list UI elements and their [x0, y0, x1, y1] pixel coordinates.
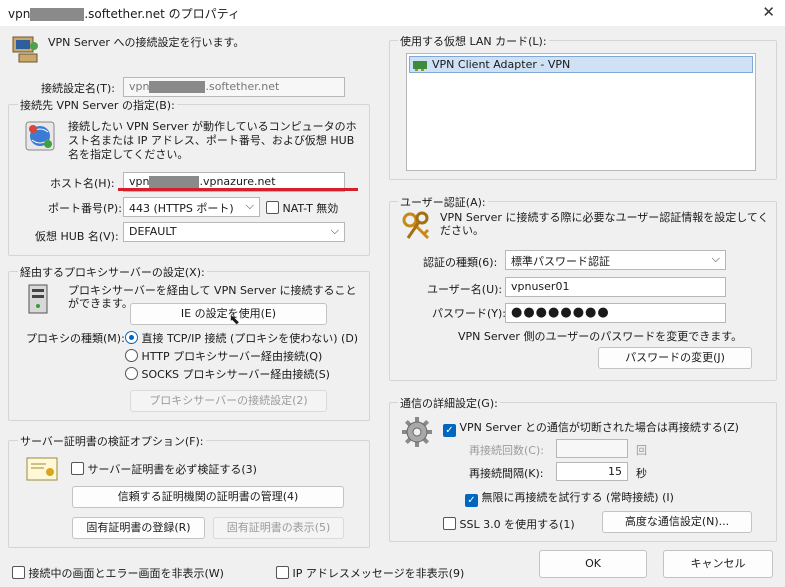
proxy-group-title: 経由するプロキシサーバーの設定(X):: [18, 264, 207, 280]
adv-group-title: 通信の詳細設定(G):: [398, 395, 500, 411]
proxy-type-label: プロキシの種類(M):: [26, 332, 125, 345]
cert-group-title: サーバー証明書の検証オプション(F):: [18, 433, 206, 449]
advanced-settings-button[interactable]: 高度な通信設定(N)...: [602, 511, 752, 533]
server-tower-icon: [28, 284, 48, 314]
conn-name-field: vpn .softether.net: [123, 77, 345, 97]
auth-type-select[interactable]: 標準パスワード認証 ⌵: [505, 250, 726, 270]
infinite-retry-checkbox[interactable]: ✓ 無限に再接続を試行する (常時接続) (I): [465, 489, 674, 507]
retry-interval-label: 再接続間隔(K):: [469, 467, 544, 480]
retry-interval-unit: 秒: [636, 467, 647, 480]
password-change-note: VPN Server 側のユーザーのパスワードを変更できます。: [458, 330, 743, 343]
window-title: vpn .softether.net のプロパティ: [8, 7, 240, 21]
chevron-down-icon: ⌵: [711, 252, 720, 265]
auth-group-desc: VPN Server に接続する際に必要なユーザー認証情報を設定してください。: [440, 211, 769, 237]
retry-count-unit: 回: [636, 444, 647, 457]
change-password-button[interactable]: パスワードの変更(J): [598, 347, 752, 369]
ok-button[interactable]: OK: [539, 550, 647, 578]
conn-name-label: 接続設定名(T):: [41, 82, 116, 95]
certificate-icon: [26, 457, 58, 481]
password-label: パスワード(Y):: [432, 307, 507, 320]
manage-ca-button[interactable]: 信頼する証明機関の証明書の管理(4): [72, 486, 344, 508]
chevron-down-icon: ⌵: [245, 199, 254, 212]
cancel-button[interactable]: キャンセル: [663, 550, 773, 578]
hub-select[interactable]: DEFAULT ⌵: [123, 222, 345, 242]
header-text: VPN Server への接続設定を行います。: [48, 36, 245, 49]
gear-icon: [402, 417, 432, 447]
verify-cert-checkbox[interactable]: サーバー証明書を必ず検証する(3): [71, 461, 257, 477]
proxy-option-http[interactable]: HTTP プロキシサーバー経由接続(Q): [125, 348, 322, 364]
close-icon[interactable]: ✕: [762, 3, 775, 21]
auth-type-label: 認証の種類(6):: [423, 256, 498, 269]
globe-network-icon: [25, 121, 55, 151]
hide-status-checkbox[interactable]: 接続中の画面とエラー画面を非表示(W): [12, 565, 224, 581]
reconnect-checkbox[interactable]: ✓ VPN Server との通信が切断された場合は再接続する(Z): [443, 419, 739, 437]
ssl3-checkbox[interactable]: SSL 3.0 を使用する(1): [443, 516, 575, 532]
auth-group-title: ユーザー認証(A):: [398, 194, 488, 210]
list-item[interactable]: VPN Client Adapter - VPN: [409, 56, 753, 73]
hub-label: 仮想 HUB 名(V):: [35, 230, 119, 243]
hide-ip-checkbox[interactable]: IP アドレスメッセージを非表示(9): [276, 565, 464, 581]
show-cert-button[interactable]: 固有証明書の表示(5): [213, 517, 344, 539]
port-label: ポート番号(P):: [48, 202, 122, 215]
lan-group-title: 使用する仮想 LAN カード(L):: [398, 33, 549, 49]
chevron-down-icon: ⌵: [330, 224, 339, 237]
redacted-block: [30, 8, 85, 21]
proxy-settings-button[interactable]: プロキシサーバーの接続設定(2): [130, 390, 327, 412]
keys-icon: [402, 211, 430, 240]
proxy-option-direct[interactable]: 直接 TCP/IP 接続 (プロキシを使わない) (D): [125, 330, 358, 346]
port-select[interactable]: 443 (HTTPS ポート) ⌵: [123, 197, 260, 217]
host-underline-annotation: [118, 188, 358, 191]
server-group-title: 接続先 VPN Server の指定(B):: [18, 97, 177, 113]
retry-interval-field[interactable]: 15: [556, 462, 628, 481]
host-label: ホスト名(H):: [50, 177, 115, 190]
mouse-cursor-icon: ⬉: [229, 313, 240, 328]
network-adapter-icon: [413, 61, 427, 71]
password-field[interactable]: ●●●●●●●●: [505, 303, 726, 323]
username-label: ユーザー名(U):: [427, 283, 503, 296]
retry-count-label: 再接続回数(C):: [469, 444, 544, 457]
computer-icon: [12, 36, 38, 63]
server-group-desc: 接続したい VPN Server が動作しているコンピュータのホスト名または I…: [68, 120, 357, 161]
proxy-option-socks[interactable]: SOCKS プロキシサーバー経由接続(S): [125, 366, 330, 382]
register-cert-button[interactable]: 固有証明書の登録(R): [72, 517, 205, 539]
natt-checkbox[interactable]: NAT-T 無効: [266, 200, 338, 216]
username-field[interactable]: vpnuser01: [505, 277, 726, 297]
retry-count-field[interactable]: [556, 439, 628, 458]
lan-card-list[interactable]: VPN Client Adapter - VPN: [406, 53, 756, 171]
